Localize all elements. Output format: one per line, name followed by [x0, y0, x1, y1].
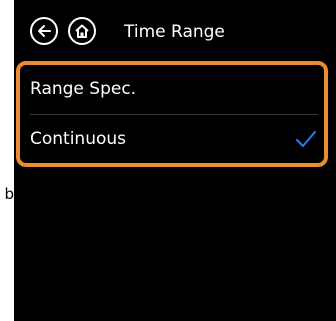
header-bar: Time Range: [14, 0, 336, 60]
option-label: Range Spec.: [30, 79, 137, 99]
option-range-spec[interactable]: Range Spec.: [20, 65, 324, 114]
option-continuous[interactable]: Continuous: [20, 115, 324, 164]
time-range-options: Range Spec. Continuous: [16, 61, 328, 167]
device-screen: Time Range Range Spec. Continuous: [14, 0, 336, 321]
back-button[interactable]: [30, 17, 58, 45]
checkmark-icon: [296, 131, 316, 147]
option-label: Continuous: [30, 129, 127, 149]
home-button[interactable]: [68, 17, 96, 45]
home-icon: [75, 24, 89, 38]
page-title: Time Range: [124, 22, 225, 42]
partial-text: b: [4, 185, 14, 203]
back-arrow-icon: [38, 25, 51, 37]
